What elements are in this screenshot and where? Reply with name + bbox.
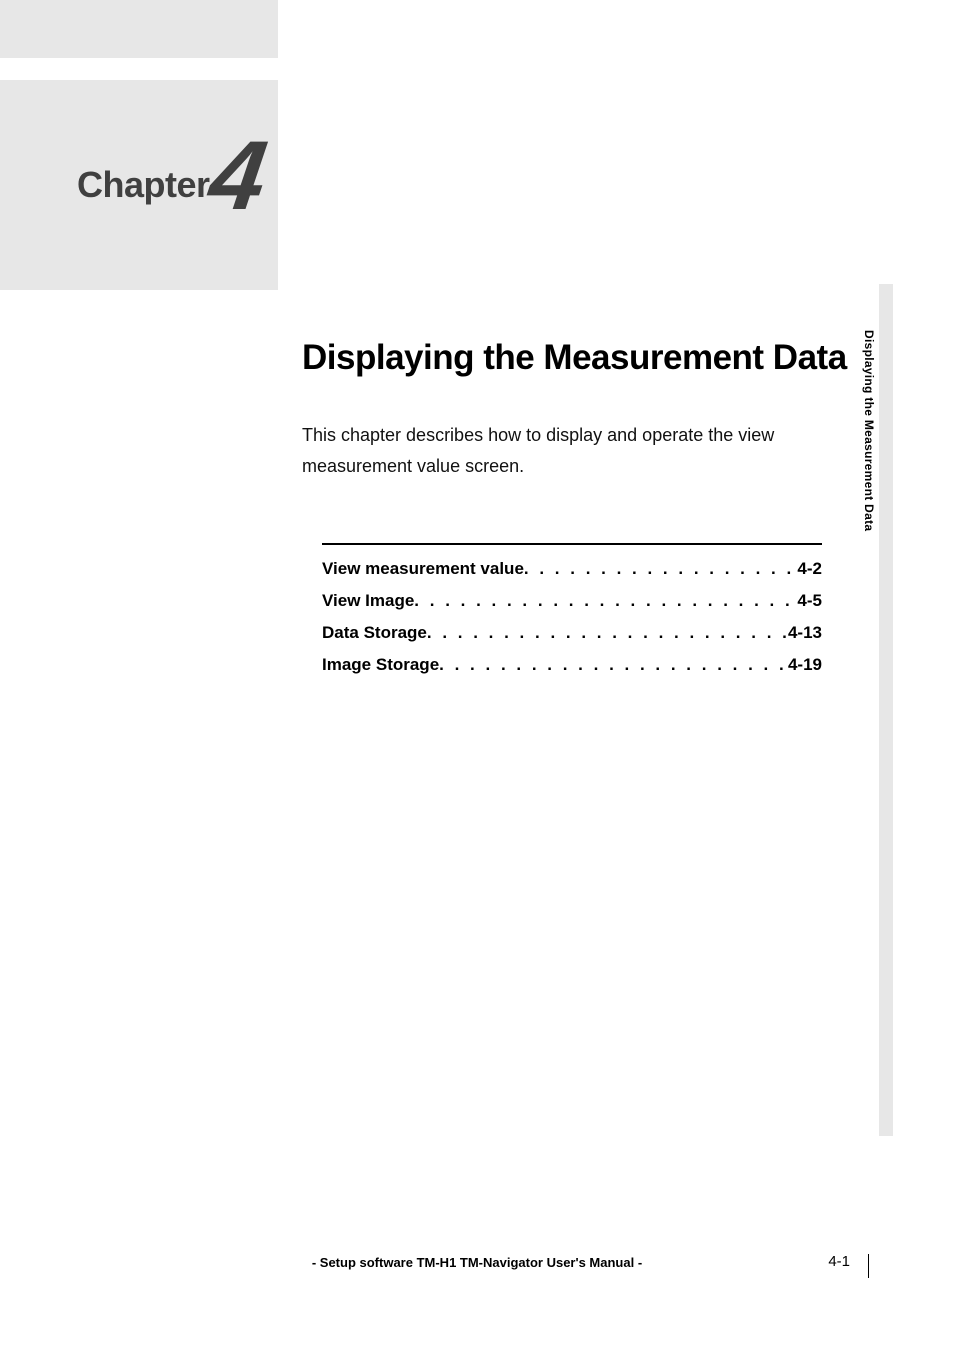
toc-entry-label: Image Storage bbox=[322, 655, 439, 675]
toc-row: View Image . . . . . . . . . . . . . . .… bbox=[322, 591, 822, 611]
toc-row: View measurement value . . . . . . . . .… bbox=[322, 559, 822, 579]
toc-entry-label: Data Storage bbox=[322, 623, 427, 643]
footer-manual-title: - Setup software TM-H1 TM-Navigator User… bbox=[0, 1255, 954, 1270]
footer-page-rule bbox=[868, 1254, 869, 1278]
chapter-intro: This chapter describes how to display an… bbox=[302, 420, 822, 481]
toc-entry-page: 4-13 bbox=[788, 623, 822, 643]
chapter-label: Chapter bbox=[77, 164, 210, 206]
footer-page-number: 4-1 bbox=[828, 1253, 850, 1270]
toc-row: Image Storage . . . . . . . . . . . . . … bbox=[322, 655, 822, 675]
toc-leader-dots: . . . . . . . . . . . . . . . . . . . . … bbox=[524, 559, 798, 579]
toc-entry-label: View measurement value bbox=[322, 559, 524, 579]
side-tab-bar bbox=[879, 284, 893, 1136]
toc-entry-page: 4-2 bbox=[797, 559, 822, 579]
table-of-contents: View measurement value . . . . . . . . .… bbox=[322, 543, 822, 687]
chapter-number: 4 bbox=[205, 126, 273, 224]
toc-leader-dots: . . . . . . . . . . . . . . . . . . . . … bbox=[439, 655, 788, 675]
chapter-heading-block: Chapter 4 bbox=[0, 80, 278, 290]
toc-leader-dots: . . . . . . . . . . . . . . . . . . . . … bbox=[427, 623, 788, 643]
top-gray-block bbox=[0, 0, 278, 58]
page: Chapter 4 Displaying the Measurement Dat… bbox=[0, 0, 954, 1348]
toc-row: Data Storage . . . . . . . . . . . . . .… bbox=[322, 623, 822, 643]
toc-entry-page: 4-5 bbox=[797, 591, 822, 611]
side-tab-label: Displaying the Measurement Data bbox=[862, 330, 876, 531]
toc-leader-dots: . . . . . . . . . . . . . . . . . . . . … bbox=[414, 591, 797, 611]
toc-entry-label: View Image bbox=[322, 591, 414, 611]
chapter-title: Displaying the Measurement Data bbox=[302, 338, 847, 378]
toc-entry-page: 4-19 bbox=[788, 655, 822, 675]
